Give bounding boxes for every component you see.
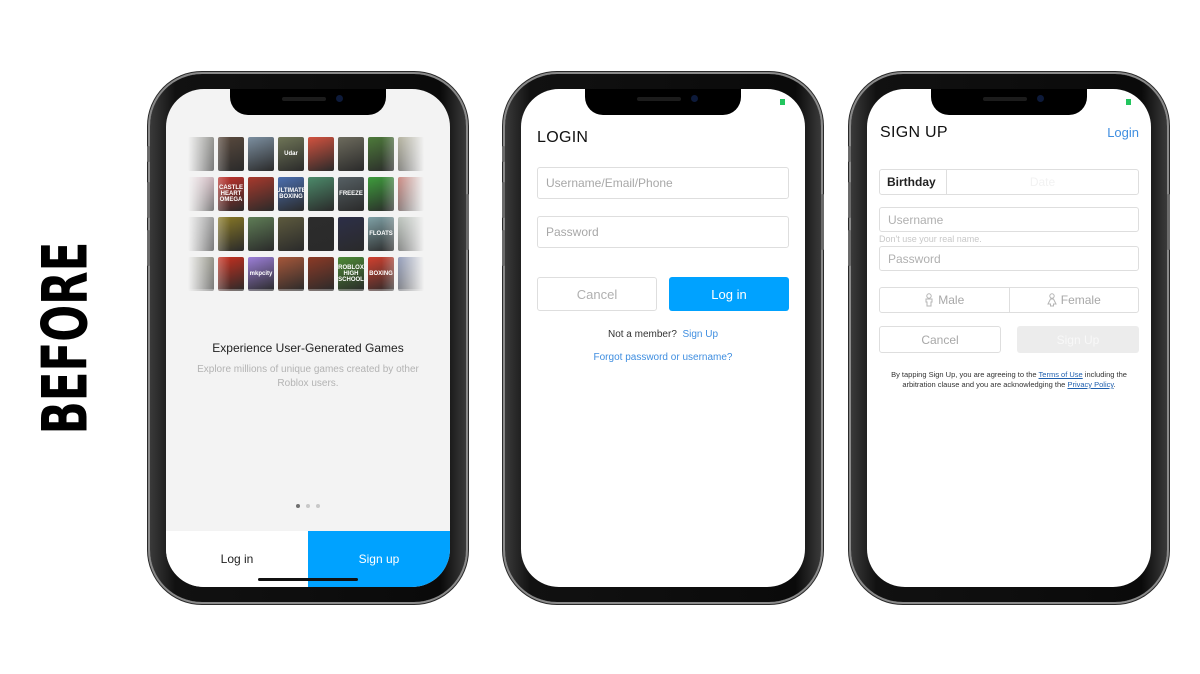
games-collage: Udar CASTLE HEART OMEGA ULTIMATE BOXING FRE… — [188, 137, 424, 297]
signup-prompt: Not a member? Sign Up — [521, 329, 805, 340]
signup-button[interactable]: Sign Up — [1017, 326, 1139, 353]
notch — [585, 89, 741, 115]
login-screen: LOGIN Username/Email/Phone Password Canc… — [521, 89, 805, 587]
game-tile — [248, 217, 274, 251]
game-tile — [218, 137, 244, 171]
phone-signup: SIGN UP Login Birthday Date Username Don… — [848, 74, 1170, 602]
mute-switch — [848, 146, 851, 162]
username-input[interactable]: Username — [879, 207, 1139, 232]
phone-login: LOGIN Username/Email/Phone Password Canc… — [502, 74, 824, 602]
gender-male-label: Male — [938, 293, 965, 307]
forgot-password-link[interactable]: Forgot password or username? — [594, 352, 733, 363]
game-tile — [248, 137, 274, 171]
power-button — [466, 194, 469, 250]
game-tile: Udar — [278, 137, 304, 171]
game-tile: ROBLOX HIGH SCHOOL — [338, 257, 364, 291]
game-tile — [188, 177, 214, 211]
pagination-dot[interactable] — [306, 504, 310, 508]
game-tile — [398, 137, 424, 171]
game-tile — [308, 257, 334, 291]
cancel-button[interactable]: Cancel — [879, 326, 1001, 353]
gender-selector: Male Female — [879, 287, 1139, 313]
game-tile: FREEZE — [338, 177, 364, 211]
game-tile — [368, 177, 394, 211]
signup-link[interactable]: Sign Up — [682, 329, 718, 340]
game-tile — [188, 257, 214, 291]
volume-up-button — [502, 182, 505, 218]
battery-icon — [1126, 99, 1131, 105]
volume-down-button — [848, 230, 851, 266]
game-tile — [308, 217, 334, 251]
volume-down-button — [502, 230, 505, 266]
birthday-field[interactable]: Birthday Date — [879, 169, 1139, 195]
privacy-policy-link[interactable]: Privacy Policy — [1067, 380, 1113, 389]
volume-up-button — [147, 182, 150, 218]
game-tile — [278, 217, 304, 251]
game-tile: ULTIMATE BOXING — [278, 177, 304, 211]
game-tile: FLOATS — [368, 217, 394, 251]
intro-subtitle: Explore millions of unique games created… — [197, 364, 419, 389]
volume-down-button — [147, 230, 150, 266]
gender-male-option[interactable]: Male — [880, 288, 1009, 312]
intro-title: Experience User-Generated Games — [212, 341, 404, 355]
legal-text: By tapping Sign Up, you are agreeing to … — [891, 370, 1127, 389]
game-tile — [308, 137, 334, 171]
gender-female-label: Female — [1060, 293, 1101, 307]
page-title: SIGN UP — [880, 124, 948, 141]
notch — [230, 89, 386, 115]
volume-up-button — [848, 182, 851, 218]
pagination-dot[interactable] — [296, 504, 300, 508]
not-member-text: Not a member? — [607, 329, 677, 340]
cancel-button[interactable]: Cancel — [537, 277, 657, 311]
terms-of-use-link[interactable]: Terms of Use — [1039, 370, 1083, 379]
game-tile: CASTLE HEART OMEGA — [218, 177, 244, 211]
login-button[interactable]: Log in — [669, 277, 789, 311]
game-tile — [278, 257, 304, 291]
power-button — [1167, 194, 1170, 250]
game-tile: mkpcity — [248, 257, 274, 291]
before-label: BEFORE — [28, 241, 102, 435]
notch — [931, 89, 1087, 115]
mute-switch — [147, 146, 150, 162]
game-tile — [398, 257, 424, 291]
game-tile: BOXING — [368, 257, 394, 291]
username-input[interactable]: Username/Email/Phone — [537, 167, 789, 199]
mute-switch — [502, 146, 505, 162]
game-tile — [398, 177, 424, 211]
password-input[interactable]: Password — [537, 216, 789, 248]
username-hint: Don't use your real name. — [879, 234, 982, 244]
gender-female-option[interactable]: Female — [1008, 288, 1139, 312]
home-indicator — [258, 578, 358, 581]
game-tile — [188, 137, 214, 171]
birthday-label: Birthday — [880, 170, 947, 194]
pagination-dot[interactable] — [316, 504, 320, 508]
game-tile — [218, 217, 244, 251]
power-button — [821, 194, 824, 250]
phone-welcome: Udar CASTLE HEART OMEGA ULTIMATE BOXING FRE… — [147, 74, 469, 602]
birthday-date-picker[interactable]: Date — [947, 170, 1138, 194]
male-icon — [925, 293, 933, 307]
game-tile — [218, 257, 244, 291]
game-tile — [338, 217, 364, 251]
signup-screen: SIGN UP Login Birthday Date Username Don… — [867, 89, 1151, 587]
login-link[interactable]: Login — [1107, 125, 1139, 140]
game-tile — [398, 217, 424, 251]
game-tile — [188, 217, 214, 251]
welcome-screen: Udar CASTLE HEART OMEGA ULTIMATE BOXING FRE… — [166, 89, 450, 587]
game-tile — [338, 137, 364, 171]
pagination-dots — [166, 504, 450, 508]
page-title: LOGIN — [537, 129, 589, 146]
game-tile — [248, 177, 274, 211]
battery-icon — [780, 99, 785, 105]
female-icon — [1046, 293, 1057, 307]
game-tile — [368, 137, 394, 171]
password-input[interactable]: Password — [879, 246, 1139, 271]
game-tile — [308, 177, 334, 211]
